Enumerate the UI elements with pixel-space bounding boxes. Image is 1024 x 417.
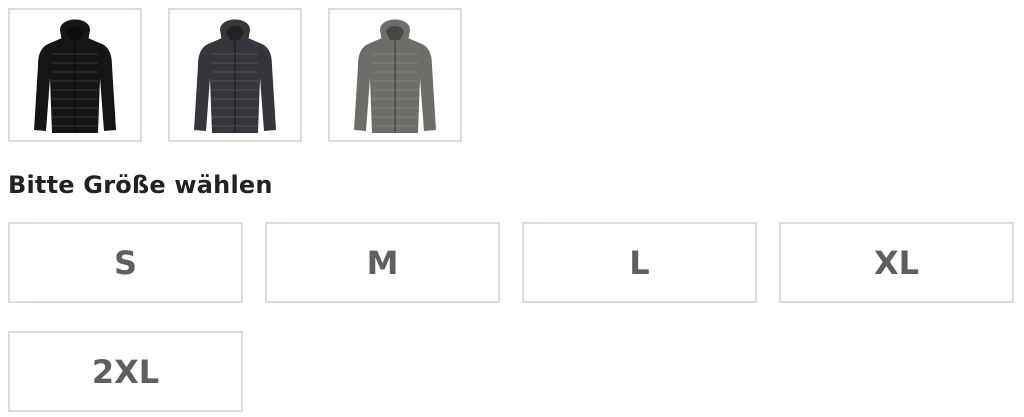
colour-swatch-list xyxy=(8,8,462,142)
black-jacket-icon xyxy=(34,19,116,133)
grey-jacket-icon xyxy=(354,19,436,133)
size-selector-heading: Bitte Größe wählen xyxy=(8,171,273,199)
dark-grey-jacket-icon xyxy=(194,19,276,133)
size-option-l[interactable]: L xyxy=(522,222,757,303)
colour-swatch-grey[interactable] xyxy=(328,8,462,142)
size-option-s[interactable]: S xyxy=(8,222,243,303)
size-option-m[interactable]: M xyxy=(265,222,500,303)
size-option-xl[interactable]: XL xyxy=(779,222,1014,303)
colour-swatch-black[interactable] xyxy=(8,8,142,142)
size-options: S M L XL 2XL xyxy=(8,222,1014,412)
size-option-2xl[interactable]: 2XL xyxy=(8,331,243,412)
colour-swatch-dark-grey[interactable] xyxy=(168,8,302,142)
